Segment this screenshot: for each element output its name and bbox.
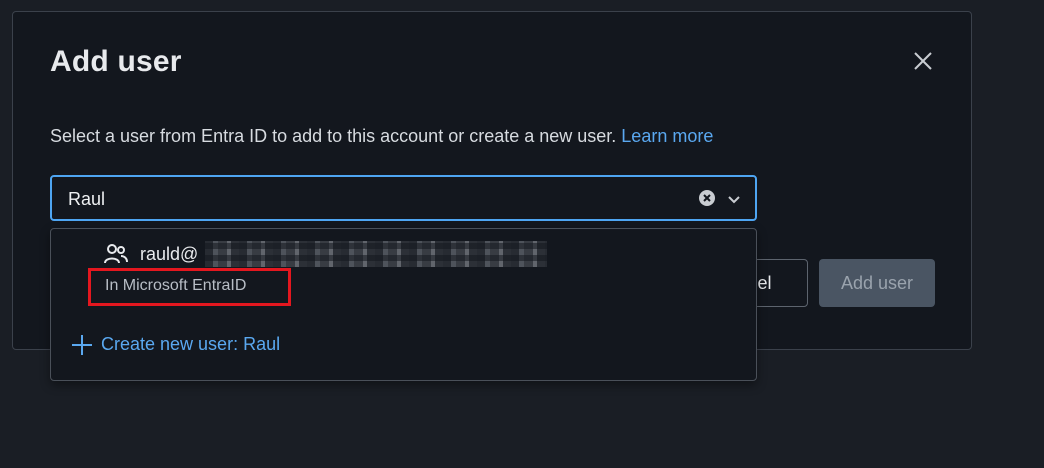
user-email: rauld@: [140, 244, 199, 264]
close-icon: [914, 52, 932, 70]
dialog-description: Select a user from Entra ID to add to th…: [50, 126, 713, 147]
user-option[interactable]: rauld@ In Microsoft EntraID: [51, 229, 756, 306]
add-user-button[interactable]: Add user: [819, 259, 935, 307]
dialog-title: Add user: [50, 45, 182, 78]
chevron-down-icon[interactable]: [726, 191, 742, 207]
plus-icon: [72, 335, 92, 355]
clear-circle-icon[interactable]: [698, 189, 716, 207]
people-icon: [104, 244, 128, 264]
learn-more-link[interactable]: Learn more: [621, 126, 713, 146]
redacted-email-block: [205, 241, 547, 267]
user-search-input[interactable]: [68, 186, 668, 212]
create-new-user-option[interactable]: Create new user: Raul: [51, 327, 756, 367]
user-suggestions-dropdown: rauld@ In Microsoft EntraID Create new u…: [50, 228, 757, 381]
user-source-label: In Microsoft EntraID: [105, 277, 247, 294]
create-new-user-label: Create new user: Raul: [101, 334, 281, 354]
user-search-combobox[interactable]: [50, 175, 757, 221]
close-button[interactable]: [908, 46, 938, 76]
description-text: Select a user from Entra ID to add to th…: [50, 126, 617, 146]
